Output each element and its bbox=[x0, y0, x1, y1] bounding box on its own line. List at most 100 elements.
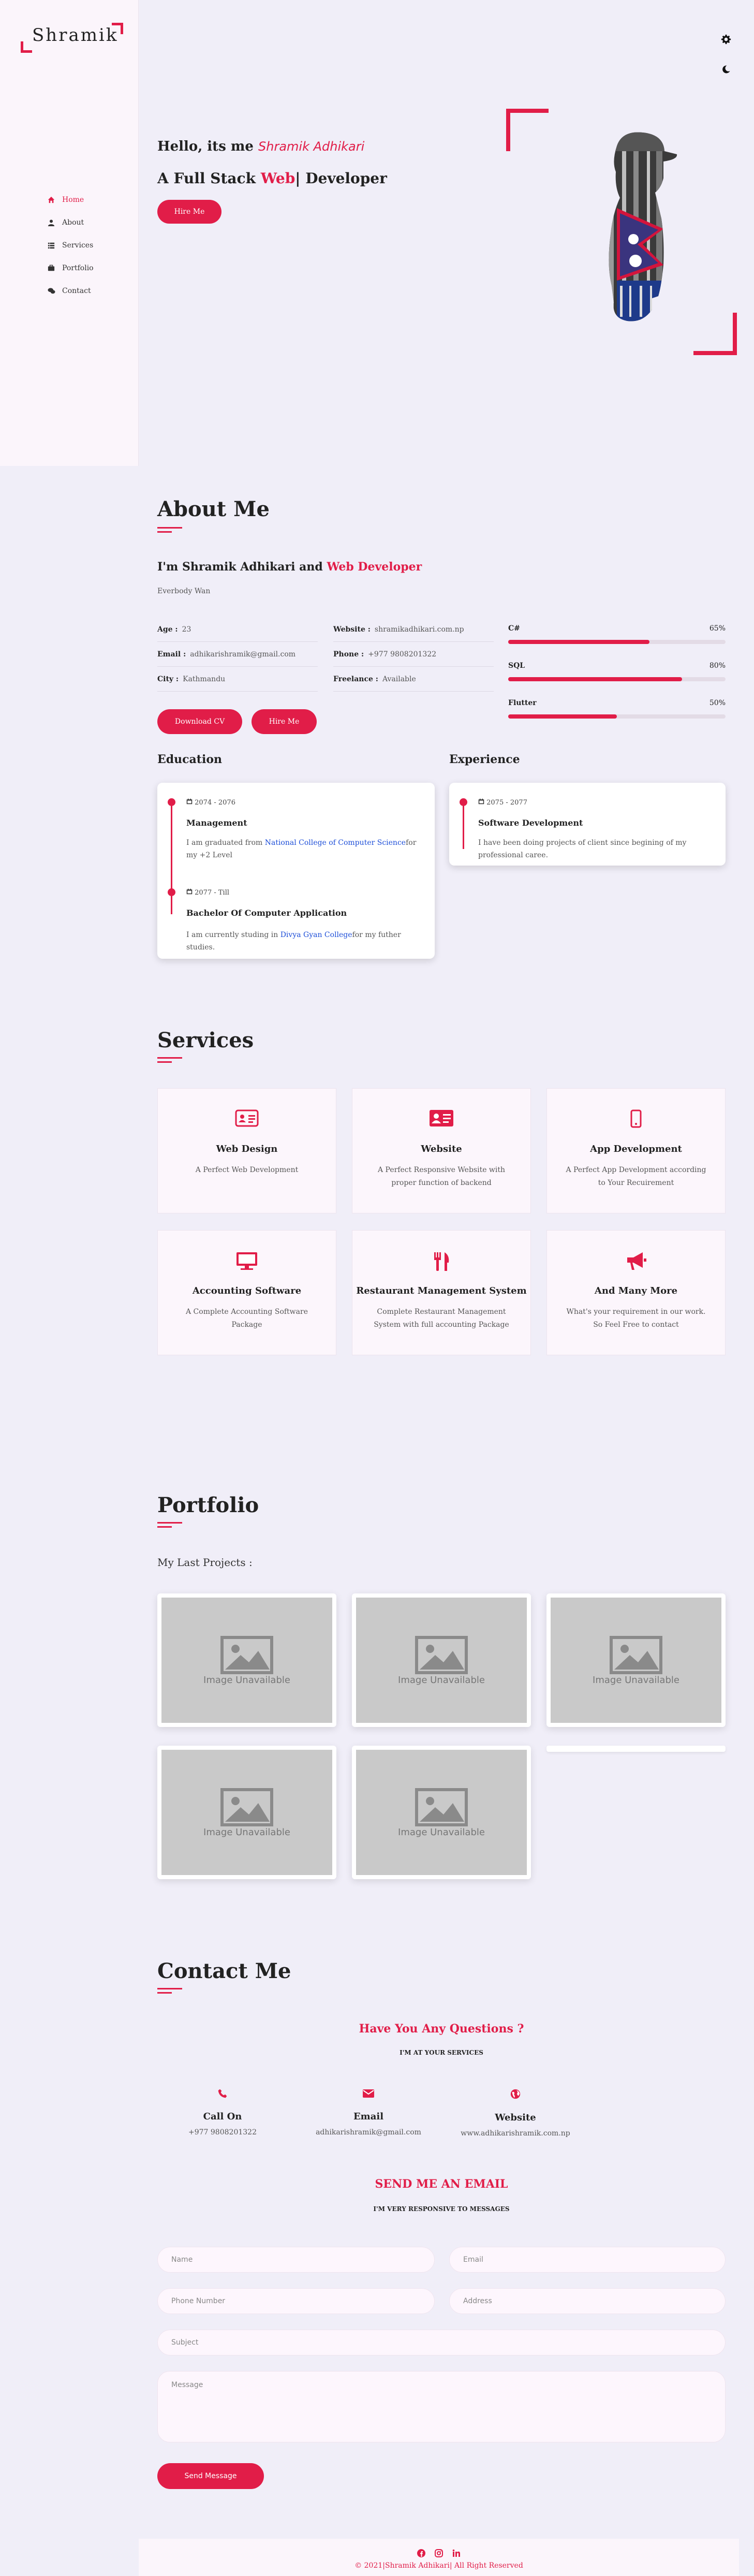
desc-text: I am graduated from bbox=[186, 839, 265, 847]
contact-item-title: Call On bbox=[203, 2111, 242, 2122]
message-field[interactable] bbox=[157, 2371, 726, 2442]
timeline-date: 2075 - 2077 bbox=[478, 798, 527, 807]
service-desc: A Complete Accounting Software Package bbox=[186, 1308, 308, 1329]
service-desc: Complete Restaurant Management System wi… bbox=[374, 1308, 509, 1329]
desktop-icon bbox=[158, 1251, 336, 1272]
service-card-accounting[interactable]: Accounting Software A Complete Accountin… bbox=[157, 1230, 336, 1355]
sidebar-nav: Home About Services Portfolio Contact bbox=[48, 188, 94, 302]
info-value: 23 bbox=[182, 625, 191, 634]
skill-percent: 65% bbox=[709, 624, 726, 633]
logo-text: Shramik bbox=[32, 25, 119, 46]
logo[interactable]: Shramik bbox=[21, 23, 123, 54]
hero-frame-corner-top bbox=[506, 109, 549, 151]
skill-name: SQL bbox=[508, 662, 525, 670]
address-field[interactable] bbox=[449, 2288, 726, 2314]
sidebar-item-label: Services bbox=[62, 241, 94, 250]
portfolio-item[interactable]: Image Unavailable bbox=[352, 1746, 531, 1879]
about-intro-accent: Web Developer bbox=[327, 560, 422, 574]
contact-email[interactable]: Email adhikarishramik@gmail.com bbox=[291, 2088, 446, 2136]
service-card-restaurant[interactable]: Restaurant Management System Complete Re… bbox=[352, 1230, 531, 1355]
skill-fill bbox=[508, 714, 617, 719]
sidebar-item-contact[interactable]: Contact bbox=[48, 280, 94, 302]
service-card-many-more[interactable]: And Many More What's your requirement in… bbox=[546, 1230, 726, 1355]
download-cv-button[interactable]: Download CV bbox=[157, 709, 242, 734]
logo-corner-left bbox=[21, 41, 32, 53]
skill-fill bbox=[508, 677, 682, 681]
hero-portrait bbox=[586, 130, 686, 323]
portfolio-item[interactable]: Image Unavailable bbox=[546, 1593, 726, 1727]
hero-hello-text: Hello, its me bbox=[157, 139, 254, 154]
copyright-text: © 2021|Shramik Adhikari| All Right Reser… bbox=[354, 2562, 523, 2570]
sidebar: Shramik Home About Services Portfolio Co… bbox=[0, 0, 139, 466]
skill-percent: 50% bbox=[709, 699, 726, 707]
email-field[interactable] bbox=[449, 2247, 726, 2273]
responsive-subtitle: I'M VERY RESPONSIVE TO MESSAGES bbox=[373, 2205, 510, 2213]
portfolio-item[interactable]: Image Unavailable bbox=[157, 1746, 336, 1879]
calendar-icon bbox=[186, 798, 193, 804]
education-date: 2074 - 2076 bbox=[195, 799, 235, 807]
contact-call[interactable]: Call On +977 9808201322 bbox=[145, 2088, 300, 2136]
contact-website[interactable]: Website www.adhikarishramik.com.np bbox=[438, 2088, 593, 2138]
service-card-website[interactable]: Website A Perfect Responsive Website wit… bbox=[352, 1088, 531, 1213]
chat-icon bbox=[48, 287, 62, 295]
phone-field[interactable] bbox=[157, 2288, 435, 2314]
news-card-icon bbox=[352, 1109, 530, 1130]
hire-me-button[interactable]: Hire Me bbox=[157, 200, 221, 224]
envelope-icon bbox=[363, 2089, 374, 2098]
experience-item-desc: I have been doing projects of client sin… bbox=[478, 839, 687, 859]
services-title: Services bbox=[157, 1028, 254, 1052]
hero-frame-corner-bottom bbox=[693, 313, 737, 355]
dark-mode-moon-icon[interactable] bbox=[719, 62, 733, 77]
sidebar-item-label: Portfolio bbox=[62, 264, 94, 272]
sidebar-item-portfolio[interactable]: Portfolio bbox=[48, 257, 94, 280]
linkedin-icon[interactable] bbox=[452, 2549, 461, 2557]
contact-item-value: www.adhikarishramik.com.np bbox=[461, 2129, 570, 2138]
sidebar-item-home[interactable]: Home bbox=[48, 188, 94, 211]
skill-percent: 80% bbox=[709, 662, 726, 670]
sidebar-item-label: Contact bbox=[62, 287, 91, 295]
skill-bar bbox=[508, 640, 726, 644]
college-link[interactable]: National College of Computer Science bbox=[265, 839, 406, 847]
calendar-icon bbox=[186, 888, 193, 895]
image-placeholder: Image Unavailable bbox=[551, 1598, 721, 1723]
portfolio-item[interactable]: Image Unavailable bbox=[157, 1593, 336, 1727]
contact-title: Contact Me bbox=[157, 1959, 291, 1983]
sidebar-item-services[interactable]: Services bbox=[48, 234, 94, 257]
portfolio-item[interactable]: Image Unavailable bbox=[352, 1593, 531, 1727]
experience-date: 2075 - 2077 bbox=[486, 799, 527, 807]
image-placeholder: Image Unavailable bbox=[356, 1598, 527, 1723]
education-card: 2074 - 2076 Management I am graduated fr… bbox=[157, 783, 435, 959]
typing-cursor: | bbox=[295, 170, 301, 187]
college-link[interactable]: Divya Gyan College bbox=[280, 931, 352, 939]
info-freelance: Freelance : Available bbox=[333, 667, 494, 692]
timeline-dot bbox=[168, 888, 175, 896]
skill-fill bbox=[508, 640, 649, 644]
sidebar-item-label: Home bbox=[62, 196, 84, 204]
info-value: shramikadhikari.com.np bbox=[374, 625, 464, 634]
calendar-icon bbox=[478, 798, 484, 804]
portfolio-item-empty bbox=[546, 1746, 726, 1752]
contact-services-subtitle: I'M AT YOUR SERVICES bbox=[400, 2049, 483, 2056]
service-desc: A Perfect App Development according to Y… bbox=[566, 1166, 706, 1187]
education-item-desc: I am currently studing in Divya Gyan Col… bbox=[186, 929, 422, 954]
sidebar-item-about[interactable]: About bbox=[48, 211, 94, 234]
instagram-icon[interactable] bbox=[435, 2549, 443, 2557]
info-email: Email : adhikarishramik@gmail.com bbox=[157, 642, 318, 667]
send-message-button[interactable]: Send Message bbox=[157, 2463, 264, 2489]
hero-greeting: Hello, its me Shramik Adhikari bbox=[157, 139, 364, 154]
image-placeholder: Image Unavailable bbox=[161, 1598, 332, 1723]
name-field[interactable] bbox=[157, 2247, 435, 2273]
subject-field[interactable] bbox=[157, 2330, 726, 2355]
info-value: Available bbox=[382, 675, 416, 683]
service-card-web-design[interactable]: Web Design A Perfect Web Development bbox=[157, 1088, 336, 1213]
facebook-icon[interactable] bbox=[417, 2549, 425, 2557]
service-card-app-development[interactable]: App Development A Perfect App Developmen… bbox=[546, 1088, 726, 1213]
contact-item-value: +977 9808201322 bbox=[188, 2128, 257, 2136]
info-age: Age : 23 bbox=[157, 617, 318, 642]
about-hire-me-button[interactable]: Hire Me bbox=[252, 709, 317, 734]
utensils-icon bbox=[352, 1251, 530, 1272]
image-placeholder: Image Unavailable bbox=[356, 1750, 527, 1875]
image-icon bbox=[220, 1635, 273, 1674]
settings-gear-icon[interactable] bbox=[719, 32, 733, 47]
megaphone-icon bbox=[547, 1251, 725, 1272]
